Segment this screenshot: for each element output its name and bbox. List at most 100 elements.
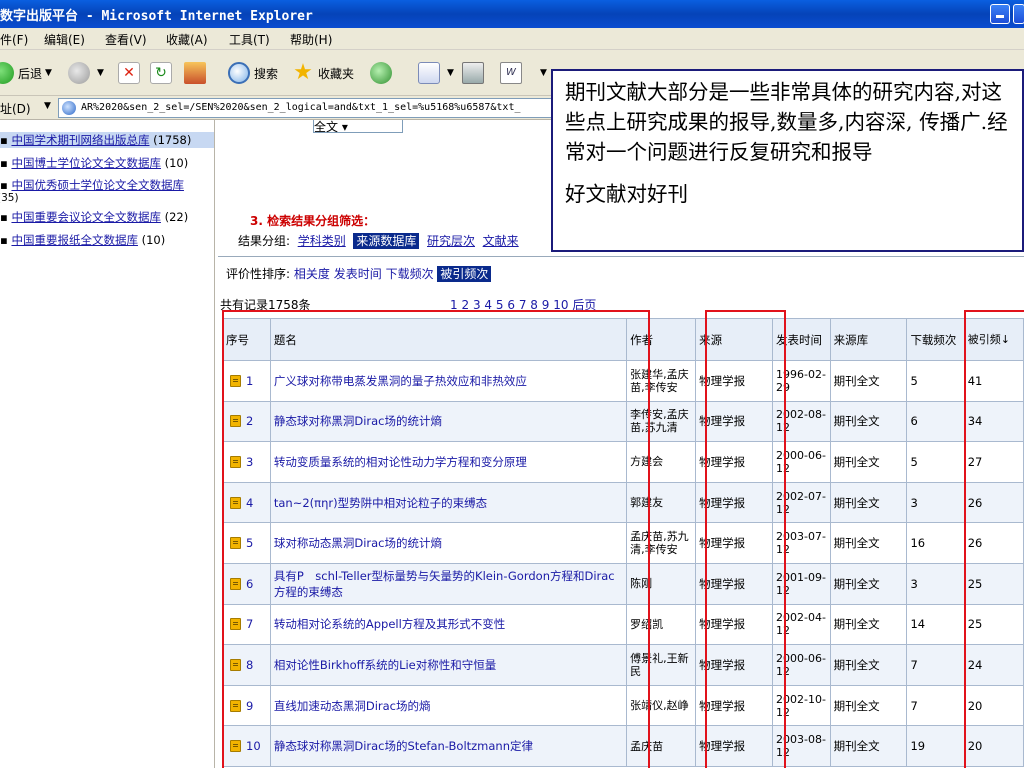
downloads-cell: 16 <box>906 522 965 564</box>
downloads-cell: 3 <box>906 562 965 605</box>
sort-downloads[interactable]: 下载频次 <box>386 267 434 281</box>
col-header-downloads[interactable]: 下载频次 <box>906 318 965 361</box>
sidebar-item-label[interactable]: 中国重要报纸全文数据库 <box>11 233 138 247</box>
downloads-cell: 3 <box>906 481 965 524</box>
forward-button[interactable]: ▼ <box>68 58 104 88</box>
sidebar-item-label[interactable]: 中国博士学位论文全文数据库 <box>11 156 161 170</box>
group-tab-source-db[interactable]: 来源数据库 <box>353 233 420 249</box>
back-label: 后退 <box>18 66 43 81</box>
sort-citations[interactable]: 被引频次 <box>437 266 492 282</box>
db-cell: 期刊全文 <box>829 562 908 605</box>
db-cell: 期刊全文 <box>829 725 908 767</box>
mail-icon <box>418 62 440 84</box>
group-filter-title: 3. 检索结果分组筛选： <box>250 214 376 228</box>
group-filter-row: 结果分组: 学科类别 来源数据库 研究层次 文献来 <box>238 232 519 249</box>
sidebar-item-label[interactable]: 中国学术期刊网络出版总库 <box>11 133 149 147</box>
menu-view[interactable]: 查看(V) <box>105 31 147 48</box>
menu-edit[interactable]: 编辑(E) <box>44 31 85 48</box>
menu-help[interactable]: 帮助(H) <box>290 31 332 48</box>
menu-favorites[interactable]: 收藏(A) <box>166 31 208 48</box>
db-cell: 期刊全文 <box>829 481 908 524</box>
group-tab-doc-source[interactable]: 文献来 <box>483 234 519 248</box>
sort-relevance[interactable]: 相关度 <box>294 267 330 281</box>
word-icon: W <box>500 62 522 84</box>
downloads-cell: 19 <box>906 725 965 767</box>
sidebar-item-phd[interactable]: ▪ 中国博士学位论文全文数据库 (10) <box>0 155 188 171</box>
chevron-down-icon: ▼ <box>45 68 52 78</box>
home-icon <box>184 62 206 84</box>
highlight-source-column <box>705 310 786 768</box>
forward-icon <box>68 62 90 84</box>
star-icon: ★ <box>293 60 313 85</box>
group-tab-subject[interactable]: 学科类别 <box>298 234 346 248</box>
downloads-cell: 5 <box>906 441 965 483</box>
sort-label: 评价性排序: <box>226 267 291 281</box>
sidebar-item-label[interactable]: 中国重要会议论文全文数据库 <box>11 210 161 224</box>
group-tab-level[interactable]: 研究层次 <box>427 234 475 248</box>
print-icon <box>462 62 484 84</box>
minimize-button[interactable] <box>990 4 1010 24</box>
stop-icon: ✕ <box>118 62 140 84</box>
menu-tools[interactable]: 工具(T) <box>229 31 270 48</box>
search-field-row: 全文 ▾ <box>313 120 403 134</box>
chevron-down-icon: ▼ <box>447 68 454 78</box>
field-select[interactable]: 全文 ▾ <box>313 120 403 134</box>
sidebar-item-masters[interactable]: ▪ 中国优秀硕士学位论文全文数据库 <box>0 177 184 193</box>
db-cell: 期刊全文 <box>829 684 908 727</box>
back-icon <box>0 62 14 84</box>
mail-button[interactable]: ▼ <box>418 58 454 88</box>
chevron-down-icon: ▼ <box>540 68 547 78</box>
window-title: 数字出版平台 - Microsoft Internet Explorer <box>0 9 313 24</box>
sort-bar: 评价性排序: 相关度 发表时间 下载频次 被引频次 <box>218 256 1024 288</box>
maximize-button[interactable] <box>1013 4 1024 24</box>
chevron-down-icon[interactable]: ▼ <box>44 101 51 111</box>
callout-paragraph-2: 好文献对好刊 <box>565 182 688 206</box>
search-icon <box>228 62 250 84</box>
address-label: 址(D) <box>0 102 31 116</box>
chevron-down-icon: ▼ <box>97 68 104 78</box>
db-cell: 期刊全文 <box>829 603 908 646</box>
back-button[interactable]: 后退 ▼ <box>0 58 52 88</box>
favorites-button[interactable]: ★ 收藏夹 <box>292 58 354 88</box>
favorites-label: 收藏夹 <box>318 66 355 81</box>
db-cell: 期刊全文 <box>829 360 908 402</box>
sidebar-item-newspaper[interactable]: ▪ 中国重要报纸全文数据库 (10) <box>0 232 165 248</box>
sidebar-item-label[interactable]: 中国优秀硕士学位论文全文数据库 <box>11 178 184 192</box>
annotation-callout: 期刊文献大部分是一些非常具体的研究内容,对这些点上研究成果的报导,数量多,内容深… <box>551 69 1024 252</box>
history-button[interactable] <box>370 58 396 88</box>
group-label: 结果分组: <box>238 234 291 248</box>
downloads-cell: 14 <box>906 603 965 646</box>
highlight-cites-column <box>964 310 1024 768</box>
database-sidebar: ▪ 中国学术期刊网络出版总库 (1758) ▪ 中国博士学位论文全文数据库 (1… <box>0 120 215 768</box>
menu-file[interactable]: 件(F) <box>0 31 28 48</box>
downloads-cell: 5 <box>906 360 965 402</box>
edit-word-button[interactable]: W ▼ <box>500 58 547 88</box>
downloads-cell: 7 <box>906 644 965 686</box>
stop-button[interactable]: ✕ <box>118 58 144 88</box>
sidebar-item-count: (35) <box>0 192 19 204</box>
db-cell: 期刊全文 <box>829 644 908 686</box>
highlight-title-column <box>222 310 650 768</box>
db-cell: 期刊全文 <box>829 522 908 564</box>
menu-bar: 件(F) 编辑(E) 查看(V) 收藏(A) 工具(T) 帮助(H) <box>0 28 1024 50</box>
downloads-cell: 6 <box>906 400 965 443</box>
sidebar-item-count: (1758) <box>153 133 192 147</box>
sidebar-item-count: (22) <box>164 210 189 224</box>
search-label: 搜索 <box>254 66 279 81</box>
page-icon <box>62 101 76 115</box>
sidebar-item-conference[interactable]: ▪ 中国重要会议论文全文数据库 (22) <box>0 209 188 225</box>
db-cell: 期刊全文 <box>829 441 908 483</box>
refresh-icon: ↻ <box>150 62 172 84</box>
field-select-value: 全文 <box>314 120 339 134</box>
history-icon <box>370 62 392 84</box>
search-button[interactable]: 搜索 <box>228 58 278 88</box>
sort-date[interactable]: 发表时间 <box>334 267 382 281</box>
sidebar-item-count: (10) <box>141 233 166 247</box>
home-button[interactable] <box>184 58 210 88</box>
print-button[interactable] <box>462 58 488 88</box>
downloads-cell: 7 <box>906 684 965 727</box>
refresh-button[interactable]: ↻ <box>150 58 176 88</box>
sidebar-item-count: (10) <box>164 156 189 170</box>
sidebar-item-journals[interactable]: ▪ 中国学术期刊网络出版总库 (1758) <box>0 132 214 148</box>
col-header-db: 来源库 <box>829 318 908 361</box>
